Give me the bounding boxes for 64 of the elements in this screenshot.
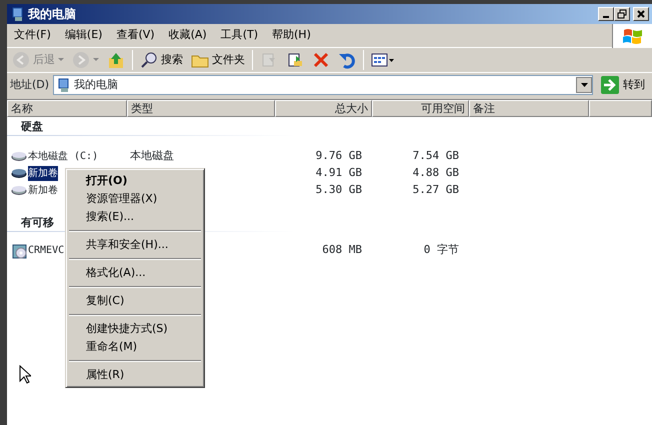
search-button[interactable]: 搜索	[137, 50, 186, 70]
address-field[interactable]: 我的电脑	[53, 75, 593, 95]
up-folder-icon	[107, 51, 125, 69]
close-button[interactable]	[633, 7, 649, 21]
menu-item[interactable]: 复制(C)	[68, 292, 202, 310]
column-header[interactable]: 名称	[7, 100, 127, 117]
undo-icon	[338, 51, 356, 69]
views-icon	[371, 51, 395, 69]
table-cell: 5.27 GB	[412, 183, 459, 196]
table-cell: 608 MB	[322, 243, 362, 256]
table-cell: 0 字节	[424, 243, 459, 256]
menu-item[interactable]: 编辑(E)	[58, 27, 110, 44]
folders-button[interactable]: 文件夹	[188, 50, 248, 70]
caret-icon	[58, 58, 64, 62]
menu-item[interactable]: 资源管理器(X)	[68, 190, 202, 208]
column-header[interactable]: 类型	[127, 100, 275, 117]
menu-item[interactable]: 重命名(M)	[68, 338, 202, 356]
column-header[interactable]: 总大小	[275, 100, 372, 117]
window-title: 我的电脑	[28, 6, 76, 23]
caret-icon	[580, 83, 588, 87]
computer-icon	[10, 6, 24, 22]
address-text: 我的电脑	[74, 76, 118, 93]
search-icon	[140, 51, 158, 69]
menu-item[interactable]: 共享和安全(H)...	[68, 236, 202, 254]
menu-item[interactable]: 搜索(E)...	[68, 208, 202, 226]
delete-icon	[312, 51, 330, 69]
file-name[interactable]: 新加卷	[28, 183, 58, 198]
go-arrow-icon	[601, 76, 619, 94]
menu-item[interactable]: 打开(O)	[68, 172, 202, 190]
menu-item[interactable]: 属性(R)	[68, 366, 202, 384]
computer-icon	[56, 78, 70, 92]
menu-item[interactable]: 帮助(H)	[265, 27, 318, 44]
close-icon	[636, 9, 646, 19]
file-name[interactable]: 新加卷	[28, 166, 58, 181]
table-cell: 5.30 GB	[316, 183, 362, 196]
file-name[interactable]: 本地磁盘 (C:)	[28, 149, 98, 164]
table-cell: 7.54 GB	[412, 149, 459, 162]
go-button[interactable]: 转到	[597, 76, 649, 94]
address-label: 地址(D)	[10, 76, 50, 93]
table-cell: 9.76 GB	[316, 149, 362, 162]
menu-item[interactable]: 文件(F)	[7, 27, 58, 44]
minimize-icon	[603, 16, 609, 18]
column-header[interactable]: 备注	[469, 100, 589, 117]
cd-drive-icon	[11, 242, 27, 259]
menu-item[interactable]: 格式化(A)...	[68, 264, 202, 282]
group-title: 硬盘	[21, 120, 43, 133]
dropdown-button[interactable]	[576, 77, 592, 93]
menu-item[interactable]: 查看(V)	[109, 27, 162, 44]
copy-to-icon	[286, 51, 304, 69]
table-cell: 本地磁盘	[130, 149, 174, 162]
table-cell: 4.91 GB	[316, 166, 362, 180]
cursor-icon	[19, 365, 31, 384]
move-to-icon	[260, 51, 278, 69]
restore-icon	[617, 9, 627, 19]
menu-item[interactable]: 收藏(A)	[162, 27, 214, 44]
restore-button[interactable]	[614, 7, 630, 21]
file-name[interactable]: CRMEVC	[28, 243, 64, 258]
group-title: 有可移	[21, 216, 54, 229]
table-cell: 4.88 GB	[412, 166, 459, 180]
menu-item[interactable]: 创建快捷方式(S)	[68, 320, 202, 338]
menu-item[interactable]: 工具(T)	[214, 27, 265, 44]
minimize-button[interactable]	[598, 7, 614, 21]
caret-icon	[93, 58, 99, 62]
column-header[interactable]: 可用空间	[372, 100, 469, 117]
